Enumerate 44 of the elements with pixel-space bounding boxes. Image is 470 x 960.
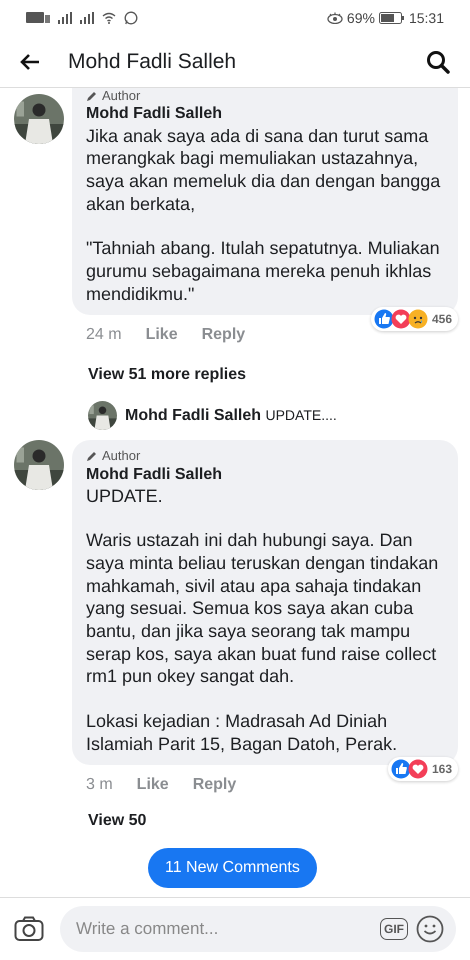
reactions-summary[interactable]: 163 bbox=[388, 757, 458, 782]
comment-text: Jika anak saya ada di sana dan turut sama merangkak bagi memuliakan ustazahnya, saya akan memeluk dia dan dengan bangga akan berkata, bbox=[86, 124, 442, 216]
comment-time: 24 m bbox=[86, 325, 122, 346]
signal-icon bbox=[80, 12, 94, 24]
like-link[interactable]: Like bbox=[136, 773, 169, 798]
reaction-count: 163 bbox=[432, 761, 452, 778]
comment-time: 3 m bbox=[86, 775, 113, 796]
reply-link[interactable]: Reply bbox=[202, 323, 246, 348]
smiley-icon[interactable] bbox=[416, 915, 444, 943]
comment-text: Waris ustazah ini dah hubungi saya. Dan saya minta beliau teruskan dengan tindakan mahkamah, sivil atau apa sahaja tindakan yang sesuai. Semua kos saya akan cuba bantu, dan jika saya seorang tak mampu serap kos, saya akan buat fund raise collect rm1 pun okey sangat dah. bbox=[86, 529, 440, 688]
signal-icon bbox=[58, 12, 72, 24]
view-replies-link[interactable]: View 51 more replies bbox=[88, 366, 246, 384]
network-type-icon bbox=[26, 12, 50, 24]
like-icon bbox=[390, 759, 411, 780]
like-link[interactable]: Like bbox=[146, 323, 178, 348]
comment-text: Lokasi kejadian : Madrasah Ad Diniah Islamiah Parit 15, Bagan Datoh, Perak. bbox=[86, 710, 398, 756]
wifi-icon bbox=[102, 12, 116, 24]
battery-icon bbox=[378, 12, 405, 24]
author-label: Author bbox=[102, 88, 140, 104]
back-arrow-icon[interactable] bbox=[20, 52, 40, 70]
eye-icon bbox=[326, 12, 343, 24]
camera-icon[interactable] bbox=[14, 916, 44, 942]
pencil-icon bbox=[86, 450, 98, 462]
reply-link[interactable]: Reply bbox=[192, 773, 236, 798]
comment-input[interactable]: Write a comment... GIF bbox=[60, 906, 456, 952]
clock: 15:31 bbox=[408, 8, 444, 28]
new-comments-button[interactable]: 11 New Comments bbox=[148, 848, 317, 888]
comment-text: UPDATE. bbox=[86, 484, 164, 508]
sad-face-icon bbox=[408, 309, 428, 330]
gif-button[interactable]: GIF bbox=[380, 918, 408, 940]
comment-author[interactable]: Mohd Fadli Salleh bbox=[86, 464, 444, 485]
reply-preview[interactable]: Mohd Fadli Salleh UPDATE.... bbox=[125, 404, 337, 428]
pencil-icon bbox=[86, 90, 98, 102]
author-label: Author bbox=[102, 448, 140, 465]
search-icon[interactable] bbox=[426, 50, 450, 74]
battery-percent: 69% bbox=[346, 8, 375, 28]
page-title: Mohd Fadli Salleh bbox=[68, 48, 238, 75]
reactions-summary[interactable]: 456 bbox=[370, 307, 458, 332]
comment-author[interactable]: Mohd Fadli Salleh bbox=[86, 104, 444, 125]
view-replies-link[interactable]: View 50 bbox=[88, 812, 146, 830]
reaction-count: 456 bbox=[432, 311, 452, 328]
like-icon bbox=[374, 309, 394, 330]
comment-text: "Tahniah abang. Itulah sepatutnya. Muliakan gurumu sebagaimana mereka penuh ikhlas mendidikmu." bbox=[86, 237, 441, 306]
chat-icon bbox=[124, 11, 138, 25]
